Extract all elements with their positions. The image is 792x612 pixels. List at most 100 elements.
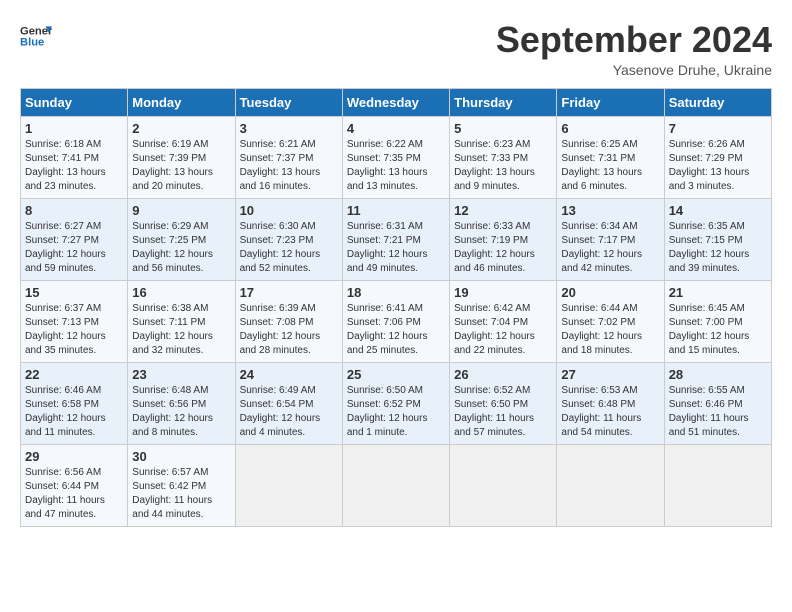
calendar-week-row: 15 Sunrise: 6:37 AMSunset: 7:13 PMDaylig… — [21, 280, 772, 362]
day-number: 6 — [561, 121, 659, 136]
calendar-day-5: 5 Sunrise: 6:23 AMSunset: 7:33 PMDayligh… — [450, 116, 557, 198]
day-info: Sunrise: 6:50 AMSunset: 6:52 PMDaylight:… — [347, 384, 445, 440]
day-number: 20 — [561, 285, 659, 300]
day-info: Sunrise: 6:26 AMSunset: 7:29 PMDaylight:… — [669, 138, 767, 194]
calendar-day-1: 1 Sunrise: 6:18 AMSunset: 7:41 PMDayligh… — [21, 116, 128, 198]
day-info: Sunrise: 6:37 AMSunset: 7:13 PMDaylight:… — [25, 302, 123, 358]
day-info: Sunrise: 6:19 AMSunset: 7:39 PMDaylight:… — [132, 138, 230, 194]
calendar-week-row: 29 Sunrise: 6:56 AMSunset: 6:44 PMDaylig… — [21, 444, 772, 526]
empty-cell — [557, 444, 664, 526]
calendar-day-21: 21 Sunrise: 6:45 AMSunset: 7:00 PMDaylig… — [664, 280, 771, 362]
svg-text:Blue: Blue — [20, 37, 44, 49]
day-number: 2 — [132, 121, 230, 136]
empty-cell — [342, 444, 449, 526]
day-number: 9 — [132, 203, 230, 218]
location: Yasenove Druhe, Ukraine — [496, 62, 772, 78]
day-number: 11 — [347, 203, 445, 218]
day-info: Sunrise: 6:27 AMSunset: 7:27 PMDaylight:… — [25, 220, 123, 276]
day-number: 5 — [454, 121, 552, 136]
day-number: 12 — [454, 203, 552, 218]
day-number: 17 — [240, 285, 338, 300]
day-number: 4 — [347, 121, 445, 136]
calendar-day-12: 12 Sunrise: 6:33 AMSunset: 7:19 PMDaylig… — [450, 198, 557, 280]
day-info: Sunrise: 6:34 AMSunset: 7:17 PMDaylight:… — [561, 220, 659, 276]
day-info: Sunrise: 6:49 AMSunset: 6:54 PMDaylight:… — [240, 384, 338, 440]
day-info: Sunrise: 6:35 AMSunset: 7:15 PMDaylight:… — [669, 220, 767, 276]
calendar-day-26: 26 Sunrise: 6:52 AMSunset: 6:50 PMDaylig… — [450, 362, 557, 444]
calendar-day-18: 18 Sunrise: 6:41 AMSunset: 7:06 PMDaylig… — [342, 280, 449, 362]
day-number: 16 — [132, 285, 230, 300]
day-info: Sunrise: 6:52 AMSunset: 6:50 PMDaylight:… — [454, 384, 552, 440]
calendar-day-24: 24 Sunrise: 6:49 AMSunset: 6:54 PMDaylig… — [235, 362, 342, 444]
calendar-day-10: 10 Sunrise: 6:30 AMSunset: 7:23 PMDaylig… — [235, 198, 342, 280]
page-header: General Blue September 2024 Yasenove Dru… — [20, 20, 772, 78]
day-info: Sunrise: 6:57 AMSunset: 6:42 PMDaylight:… — [132, 466, 230, 522]
day-number: 26 — [454, 367, 552, 382]
day-number: 19 — [454, 285, 552, 300]
calendar-day-7: 7 Sunrise: 6:26 AMSunset: 7:29 PMDayligh… — [664, 116, 771, 198]
day-info: Sunrise: 6:33 AMSunset: 7:19 PMDaylight:… — [454, 220, 552, 276]
calendar-day-11: 11 Sunrise: 6:31 AMSunset: 7:21 PMDaylig… — [342, 198, 449, 280]
day-number: 3 — [240, 121, 338, 136]
calendar-day-15: 15 Sunrise: 6:37 AMSunset: 7:13 PMDaylig… — [21, 280, 128, 362]
day-info: Sunrise: 6:41 AMSunset: 7:06 PMDaylight:… — [347, 302, 445, 358]
day-info: Sunrise: 6:56 AMSunset: 6:44 PMDaylight:… — [25, 466, 123, 522]
empty-cell — [664, 444, 771, 526]
day-number: 14 — [669, 203, 767, 218]
calendar-day-27: 27 Sunrise: 6:53 AMSunset: 6:48 PMDaylig… — [557, 362, 664, 444]
day-info: Sunrise: 6:21 AMSunset: 7:37 PMDaylight:… — [240, 138, 338, 194]
day-info: Sunrise: 6:31 AMSunset: 7:21 PMDaylight:… — [347, 220, 445, 276]
day-info: Sunrise: 6:42 AMSunset: 7:04 PMDaylight:… — [454, 302, 552, 358]
day-info: Sunrise: 6:25 AMSunset: 7:31 PMDaylight:… — [561, 138, 659, 194]
calendar-week-row: 8 Sunrise: 6:27 AMSunset: 7:27 PMDayligh… — [21, 198, 772, 280]
calendar-day-4: 4 Sunrise: 6:22 AMSunset: 7:35 PMDayligh… — [342, 116, 449, 198]
calendar-day-22: 22 Sunrise: 6:46 AMSunset: 6:58 PMDaylig… — [21, 362, 128, 444]
weekday-header-tuesday: Tuesday — [235, 88, 342, 116]
day-info: Sunrise: 6:38 AMSunset: 7:11 PMDaylight:… — [132, 302, 230, 358]
title-block: September 2024 Yasenove Druhe, Ukraine — [496, 20, 772, 78]
day-number: 24 — [240, 367, 338, 382]
day-number: 7 — [669, 121, 767, 136]
day-info: Sunrise: 6:30 AMSunset: 7:23 PMDaylight:… — [240, 220, 338, 276]
calendar-day-23: 23 Sunrise: 6:48 AMSunset: 6:56 PMDaylig… — [128, 362, 235, 444]
day-number: 21 — [669, 285, 767, 300]
day-number: 22 — [25, 367, 123, 382]
day-number: 29 — [25, 449, 123, 464]
empty-cell — [450, 444, 557, 526]
day-number: 10 — [240, 203, 338, 218]
day-number: 25 — [347, 367, 445, 382]
weekday-header-row: SundayMondayTuesdayWednesdayThursdayFrid… — [21, 88, 772, 116]
empty-cell — [235, 444, 342, 526]
calendar-day-30: 30 Sunrise: 6:57 AMSunset: 6:42 PMDaylig… — [128, 444, 235, 526]
day-number: 13 — [561, 203, 659, 218]
calendar-week-row: 1 Sunrise: 6:18 AMSunset: 7:41 PMDayligh… — [21, 116, 772, 198]
day-info: Sunrise: 6:46 AMSunset: 6:58 PMDaylight:… — [25, 384, 123, 440]
day-number: 15 — [25, 285, 123, 300]
calendar-day-3: 3 Sunrise: 6:21 AMSunset: 7:37 PMDayligh… — [235, 116, 342, 198]
month-title: September 2024 — [496, 20, 772, 60]
weekday-header-saturday: Saturday — [664, 88, 771, 116]
day-number: 23 — [132, 367, 230, 382]
weekday-header-friday: Friday — [557, 88, 664, 116]
day-info: Sunrise: 6:39 AMSunset: 7:08 PMDaylight:… — [240, 302, 338, 358]
calendar-day-6: 6 Sunrise: 6:25 AMSunset: 7:31 PMDayligh… — [557, 116, 664, 198]
logo-icon: General Blue — [20, 20, 52, 52]
day-info: Sunrise: 6:23 AMSunset: 7:33 PMDaylight:… — [454, 138, 552, 194]
weekday-header-thursday: Thursday — [450, 88, 557, 116]
day-info: Sunrise: 6:18 AMSunset: 7:41 PMDaylight:… — [25, 138, 123, 194]
calendar-day-25: 25 Sunrise: 6:50 AMSunset: 6:52 PMDaylig… — [342, 362, 449, 444]
logo: General Blue — [20, 20, 52, 52]
day-info: Sunrise: 6:45 AMSunset: 7:00 PMDaylight:… — [669, 302, 767, 358]
calendar-day-20: 20 Sunrise: 6:44 AMSunset: 7:02 PMDaylig… — [557, 280, 664, 362]
calendar-day-28: 28 Sunrise: 6:55 AMSunset: 6:46 PMDaylig… — [664, 362, 771, 444]
day-info: Sunrise: 6:53 AMSunset: 6:48 PMDaylight:… — [561, 384, 659, 440]
day-number: 28 — [669, 367, 767, 382]
day-info: Sunrise: 6:55 AMSunset: 6:46 PMDaylight:… — [669, 384, 767, 440]
day-info: Sunrise: 6:22 AMSunset: 7:35 PMDaylight:… — [347, 138, 445, 194]
calendar-day-29: 29 Sunrise: 6:56 AMSunset: 6:44 PMDaylig… — [21, 444, 128, 526]
day-number: 18 — [347, 285, 445, 300]
calendar-day-9: 9 Sunrise: 6:29 AMSunset: 7:25 PMDayligh… — [128, 198, 235, 280]
calendar-table: SundayMondayTuesdayWednesdayThursdayFrid… — [20, 88, 772, 527]
calendar-day-16: 16 Sunrise: 6:38 AMSunset: 7:11 PMDaylig… — [128, 280, 235, 362]
day-number: 8 — [25, 203, 123, 218]
